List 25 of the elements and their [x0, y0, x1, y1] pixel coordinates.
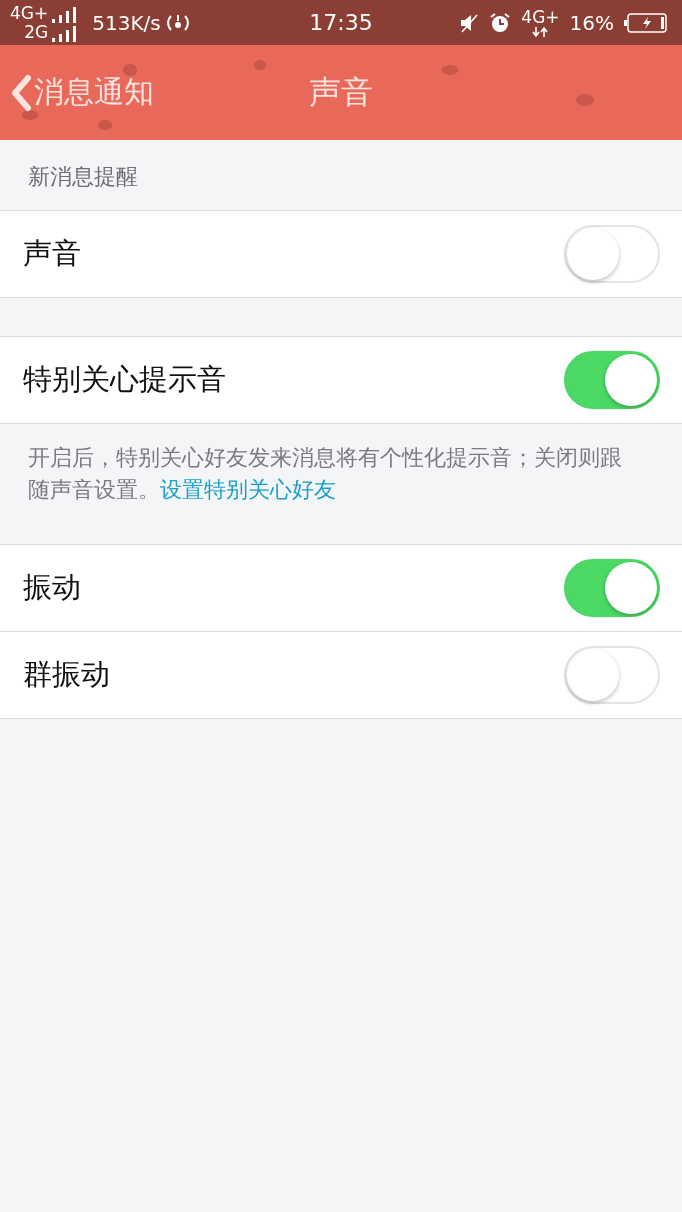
- setting-label: 振动: [23, 569, 81, 606]
- signal-icon: [52, 6, 79, 23]
- network-label: 4G+: [10, 3, 49, 23]
- data-arrows-icon: [531, 27, 550, 37]
- alarm-clock-icon: [489, 11, 512, 34]
- back-chevron-icon: [10, 73, 32, 112]
- setting-label: 特别关心提示音: [23, 361, 226, 398]
- toggle-switch[interactable]: [564, 225, 660, 283]
- signal-icon: [52, 25, 79, 42]
- toggle-switch[interactable]: [564, 559, 660, 617]
- mute-icon: [459, 12, 480, 33]
- section-header: 新消息提醒: [27, 163, 139, 191]
- page-title: 声音: [309, 71, 373, 113]
- toggle-switch[interactable]: [564, 351, 660, 409]
- toggle-switch[interactable]: [564, 646, 660, 704]
- settings-link[interactable]: 设置特别关心好友: [160, 477, 336, 502]
- setting-label: 群振动: [23, 656, 110, 693]
- battery-percent: 16%: [569, 10, 614, 35]
- network-label: 4G+: [521, 8, 560, 27]
- network-label: 2G: [24, 22, 49, 42]
- clock-time: 17:35: [309, 10, 373, 35]
- back-button[interactable]: 消息通知: [0, 72, 154, 113]
- note-text: 开启后，特别关心好友发来消息将有个性化提示音；关闭则跟随声音设置。设置特别关心好友: [27, 444, 623, 504]
- setting-label: 声音: [23, 235, 81, 272]
- network-speed: 513K/s: [92, 10, 161, 35]
